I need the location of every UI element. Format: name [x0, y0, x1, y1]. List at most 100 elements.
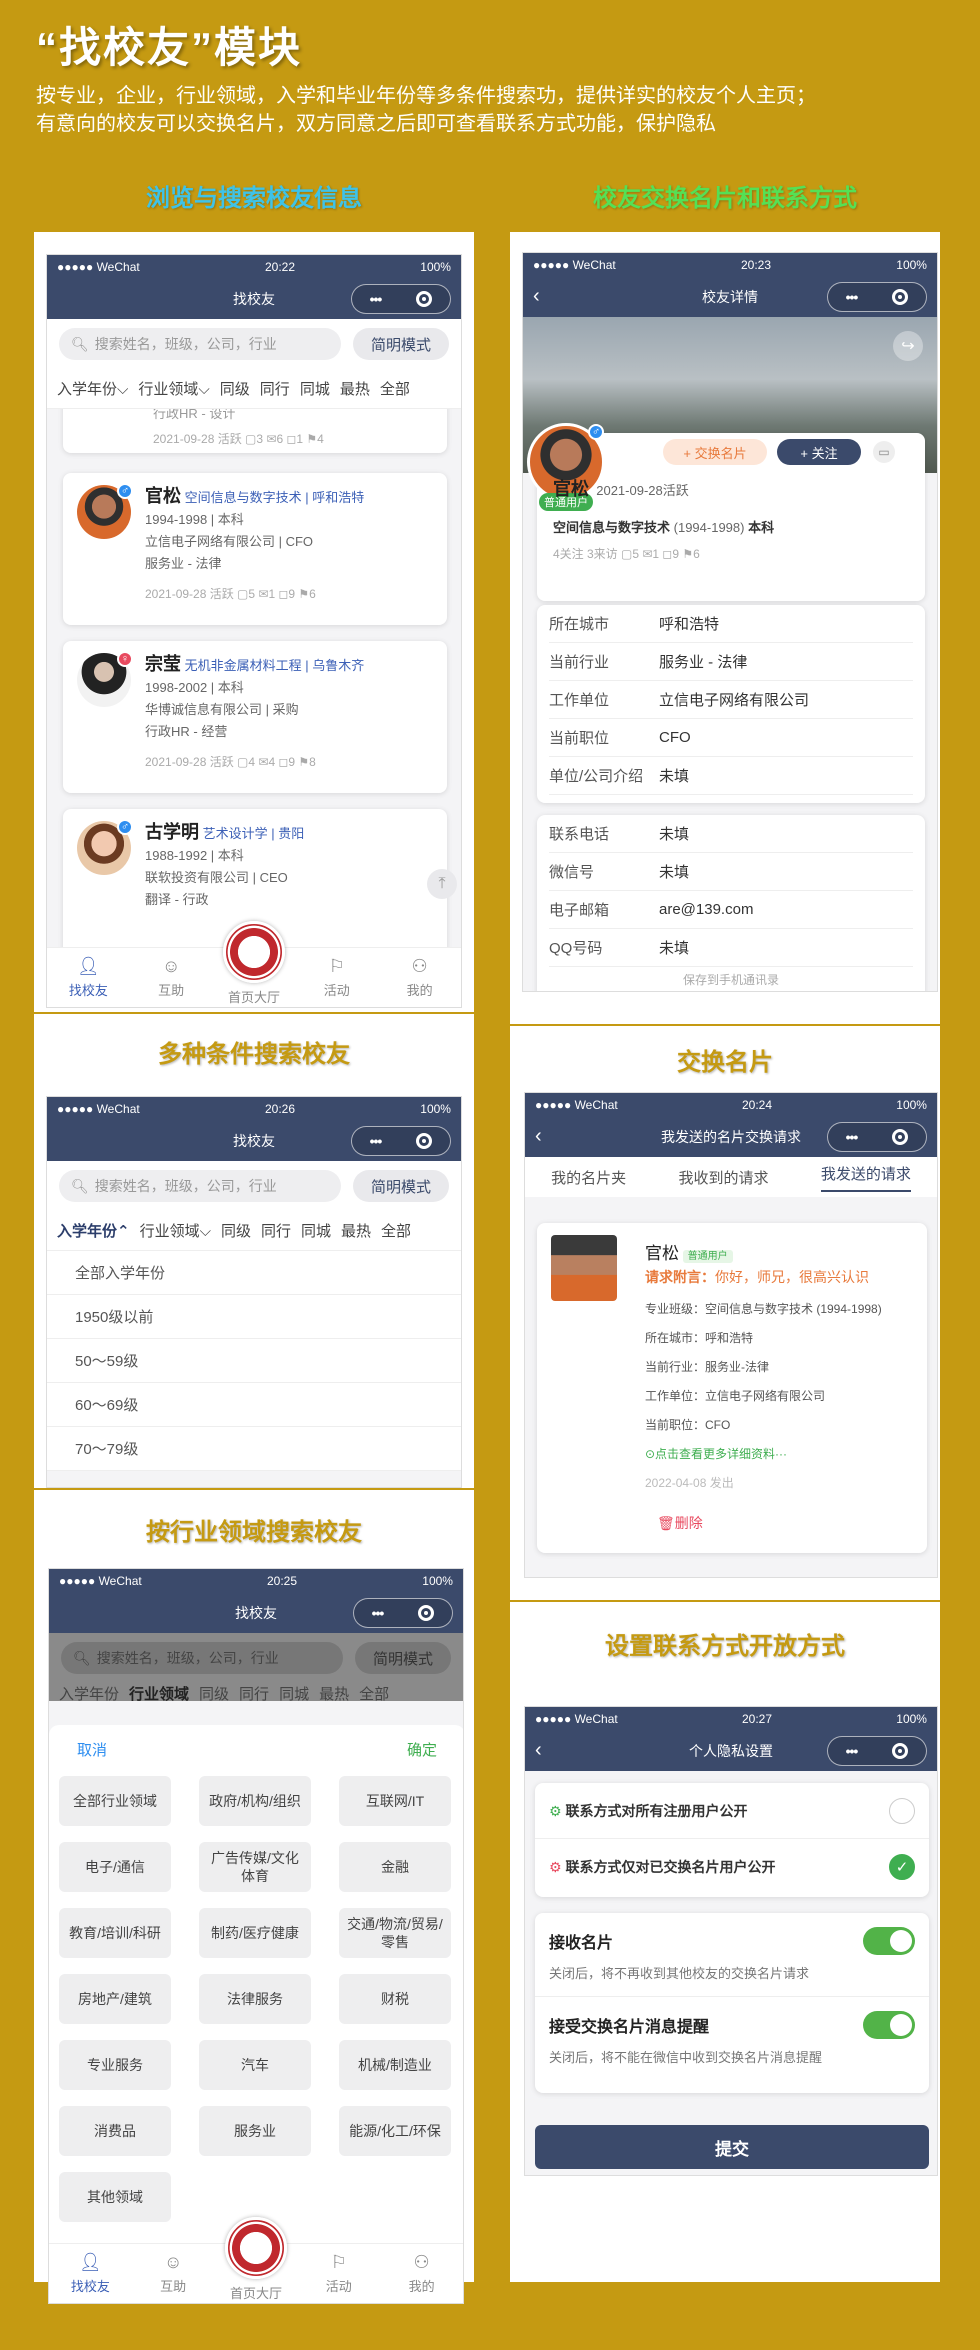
industry-option[interactable]: 专业服务: [59, 2040, 171, 2090]
receive-card-toggle[interactable]: [863, 1927, 915, 1955]
delete-button[interactable]: 🗑︎删除: [657, 1513, 703, 1533]
industry-option[interactable]: 全部行业领域: [59, 1776, 171, 1826]
close-mini-icon[interactable]: [416, 291, 433, 307]
exchange-card-button[interactable]: + 交换名片: [663, 439, 767, 465]
info-value: 未填: [659, 768, 690, 785]
radio-all[interactable]: [889, 1797, 915, 1824]
filter-same-industry[interactable]: 同行: [261, 1220, 291, 1241]
industry-option[interactable]: 其他领域: [59, 2172, 171, 2222]
simple-mode-button[interactable]: 简明模式: [353, 328, 449, 360]
tab-mine[interactable]: ⚇ 我的: [392, 2252, 452, 2295]
back-to-top-icon[interactable]: ⤒: [427, 869, 457, 899]
search-icon: 🔍︎: [73, 1649, 91, 1666]
back-icon[interactable]: ‹: [533, 286, 540, 306]
industry-option[interactable]: 法律服务: [199, 1974, 311, 2024]
radio-exchanged[interactable]: ✓: [889, 1854, 915, 1880]
industry-option[interactable]: 交通/物流/贸易/零售: [339, 1908, 451, 1958]
tab-help[interactable]: ☺ 互助: [141, 956, 201, 999]
tab-activity[interactable]: ⚐ 活动: [307, 956, 367, 999]
message-icon[interactable]: ▭: [873, 441, 895, 463]
industry-option[interactable]: 消费品: [59, 2106, 171, 2156]
year-option[interactable]: 1950级以前: [47, 1295, 461, 1339]
capsule-menu[interactable]: •••: [827, 1122, 927, 1152]
tab-find-alumni[interactable]: 👤︎ 找校友: [60, 2252, 120, 2295]
industry-option[interactable]: 能源/化工/环保: [339, 2106, 451, 2156]
list-item[interactable]: ♀ 宗莹 无机非金属材料工程 | 乌鲁木齐 1998-2002 | 本科 华博诚…: [63, 641, 447, 793]
tab-received[interactable]: 我收到的请求: [678, 1167, 768, 1188]
simple-mode-button[interactable]: 简明模式: [353, 1170, 449, 1202]
filter-same-class[interactable]: 同级: [221, 1220, 251, 1241]
year-option[interactable]: 60～69级: [47, 1383, 461, 1427]
industry-option[interactable]: 汽车: [199, 2040, 311, 2090]
year-option[interactable]: 全部入学年份: [47, 1251, 461, 1295]
more-icon[interactable]: •••: [370, 291, 383, 307]
industry-option[interactable]: 政府/机构/组织: [199, 1776, 311, 1826]
follow-button[interactable]: + 关注: [777, 439, 861, 465]
search-input[interactable]: 🔍︎ 搜索姓名，班级，公司，行业: [59, 1170, 341, 1202]
back-icon[interactable]: ‹: [535, 1126, 542, 1146]
share-icon[interactable]: ↪: [893, 331, 923, 361]
filter-hot[interactable]: 最热: [341, 1220, 371, 1241]
tab-help[interactable]: ☺ 互助: [143, 2252, 203, 2295]
filter-industry[interactable]: 行业领域⌵: [140, 1220, 211, 1241]
capsule-menu[interactable]: •••: [827, 282, 927, 312]
capsule-menu[interactable]: •••: [351, 284, 451, 314]
filter-all[interactable]: 全部: [381, 1220, 411, 1241]
filter-same-industry[interactable]: 同行: [260, 378, 290, 399]
flag-icon: ⚐: [328, 956, 345, 976]
reminder-toggle[interactable]: [863, 2011, 915, 2039]
more-icon[interactable]: •••: [370, 1133, 383, 1149]
filter-same-city[interactable]: 同城: [300, 378, 330, 399]
year-option[interactable]: 50～59级: [47, 1339, 461, 1383]
phone-alumni-list: ●●●●● WeChat 20:22 100% 找校友 ••• 🔍︎ 搜索姓名，班级，公…: [46, 254, 462, 1008]
filter-same-class[interactable]: 同级: [220, 378, 250, 399]
visibility-card: ⚙ 联系方式对所有注册用户公开 ⚙ 联系方式仅对已交换名片用户公开 ✓: [535, 1783, 929, 1897]
tab-find-alumni[interactable]: 👤︎ 找校友: [58, 956, 118, 999]
search-row: 🔍︎ 搜索姓名，班级，公司，行业 简明模式: [47, 319, 461, 369]
user-tag: 普通用户: [682, 1250, 733, 1263]
cancel-button[interactable]: 取消: [77, 1739, 107, 1760]
industry-option[interactable]: 电子/通信: [59, 1842, 171, 1892]
capsule-menu[interactable]: •••: [353, 1598, 453, 1628]
visibility-option-exchanged[interactable]: ⚙ 联系方式仅对已交换名片用户公开 ✓: [535, 1839, 929, 1895]
filter-all[interactable]: 全部: [380, 378, 410, 399]
tab-home[interactable]: 首页大厅: [222, 921, 285, 1006]
filter-year[interactable]: 入学年份⌵: [57, 378, 128, 399]
save-contacts-link[interactable]: 保存到手机通讯录: [537, 967, 925, 988]
tab-sent[interactable]: 我发送的请求: [820, 1163, 911, 1192]
list-item[interactable]: ♂ 官松 空间信息与数字技术 | 呼和浩特 1994-1998 | 本科 立信电…: [63, 473, 447, 625]
year-option[interactable]: 70～79级: [47, 1427, 461, 1471]
back-icon[interactable]: ‹: [535, 1740, 542, 1760]
capsule-menu[interactable]: •••: [827, 1736, 927, 1766]
search-input[interactable]: 🔍︎ 搜索姓名，班级，公司，行业: [59, 328, 341, 360]
tab-home[interactable]: 首页大厅: [224, 2217, 287, 2302]
filter-industry[interactable]: 行业领域⌵: [138, 378, 209, 399]
more-icon: •••: [845, 289, 859, 305]
visibility-option-all[interactable]: ⚙ 联系方式对所有注册用户公开: [535, 1783, 929, 1839]
industry-option[interactable]: 互联网/IT: [339, 1776, 451, 1826]
confirm-button[interactable]: 确定: [407, 1739, 437, 1760]
tab-activity[interactable]: ⚐ 活动: [309, 2252, 369, 2295]
industry-option[interactable]: 服务业: [199, 2106, 311, 2156]
industry-option[interactable]: 财税: [339, 1974, 451, 2024]
filter-hot[interactable]: 最热: [340, 378, 370, 399]
industry-option[interactable]: 金融: [339, 1842, 451, 1892]
capsule-menu[interactable]: •••: [351, 1126, 451, 1156]
info-value: 呼和浩特: [659, 616, 720, 633]
close-mini-icon[interactable]: [416, 1133, 433, 1149]
tab-mine[interactable]: ⚇ 我的: [390, 956, 450, 999]
more-details-link[interactable]: ⊙点击查看更多详细资料···: [645, 1440, 882, 1469]
filter-same-city[interactable]: 同城: [301, 1220, 331, 1241]
people-icon: 👤︎: [78, 2252, 102, 2272]
list-item[interactable]: 行政HR - 设计 2021-09-28 活跃 ▢3 ✉6 ◻1 ⚑4: [63, 409, 447, 453]
industry-option[interactable]: 机械/制造业: [339, 2040, 451, 2090]
industry-option[interactable]: 制药/医疗健康: [199, 1908, 311, 1958]
submit-button[interactable]: 提交: [535, 2125, 929, 2169]
filter-year[interactable]: 入学年份⌃: [57, 1220, 130, 1241]
close-mini-icon: [418, 1605, 435, 1621]
industry-option[interactable]: 教育/培训/科研: [59, 1908, 171, 1958]
industry-option[interactable]: 房地产/建筑: [59, 1974, 171, 2024]
industry-option[interactable]: 广告传媒/文化体育: [199, 1842, 311, 1892]
tab-my-cards[interactable]: 我的名片夹: [551, 1167, 626, 1188]
close-mini-icon: [892, 1743, 909, 1759]
